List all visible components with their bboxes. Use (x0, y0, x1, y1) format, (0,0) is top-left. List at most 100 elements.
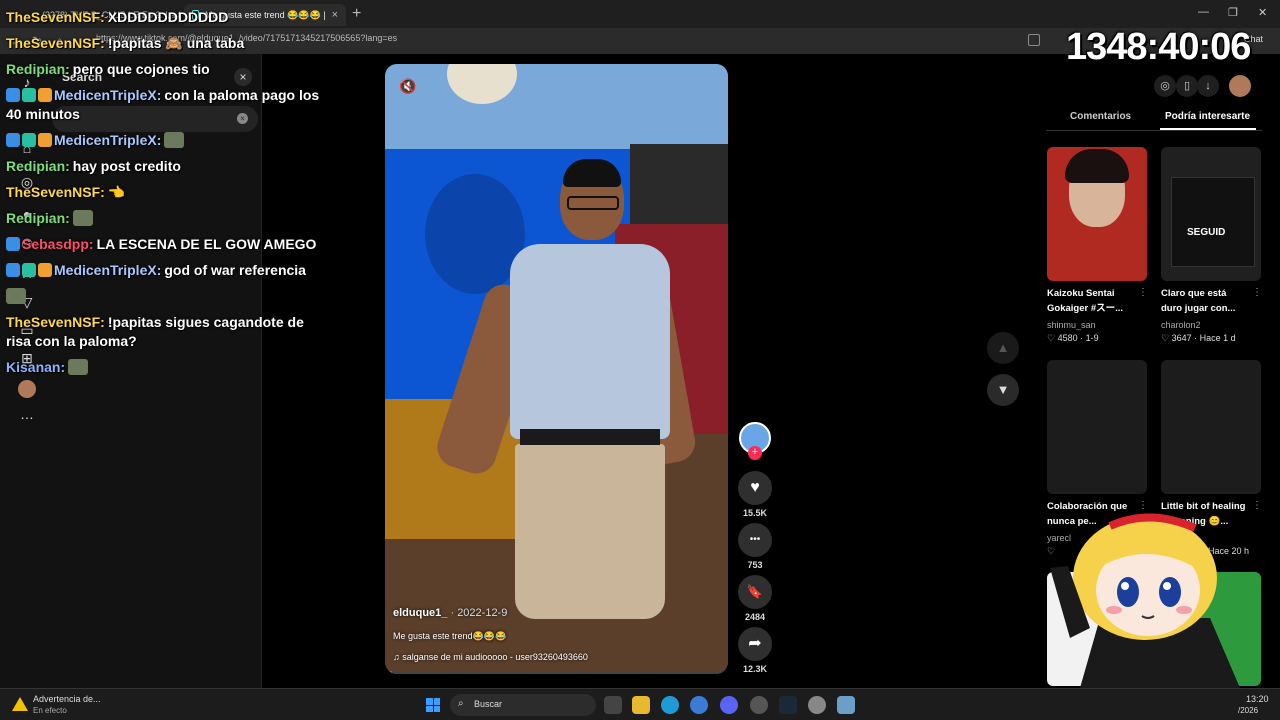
like-icon[interactable]: ♥ (738, 471, 772, 505)
app-icon[interactable] (837, 696, 855, 714)
video-progress-bar[interactable] (385, 671, 728, 674)
streamer-vtuber-avatar (1050, 513, 1240, 688)
chat-emote-icon (68, 359, 89, 375)
bookmark-count: 2484 (744, 612, 766, 622)
chat-username: Redipian: (6, 210, 70, 226)
thumbnail-text: SEGUID (1187, 227, 1226, 238)
mute-icon[interactable]: 🔇 (399, 78, 416, 95)
video-player[interactable]: 🔇 elduque1_ · 2022-12-9 Me gusta este tr… (385, 64, 728, 674)
chat-text: god of war referencia (164, 262, 306, 278)
chat-message: TheSevenNSF: !papitas sigues cagandote de… (6, 313, 326, 351)
chat-text: !papitas 🙈 una taba (107, 35, 245, 51)
chat-message: MedicenTripleX: con la paloma pago los 40… (6, 86, 326, 124)
taskbar: Advertencia de... En efecto ⌕ Buscar 13:… (0, 688, 1280, 720)
file-explorer-icon[interactable] (632, 696, 650, 714)
chat-message: Redipian: pero que cojones tio (6, 60, 326, 79)
card-more-icon[interactable]: ⋮ (1138, 287, 1148, 298)
tab-podria-interesarte[interactable]: Podría interesarte (1165, 111, 1250, 122)
close-window-button[interactable]: ✕ (1258, 6, 1267, 19)
windows-start-icon[interactable] (426, 698, 440, 712)
card-author[interactable]: charolon2 (1161, 320, 1201, 330)
chat-message: TheSevenNSF: XDDDDDDDDDDD (6, 8, 326, 27)
warning-icon (12, 697, 28, 711)
chat-badge-icon (6, 88, 20, 102)
chat-message: Redipian: (6, 209, 326, 228)
compass-icon[interactable]: ◎ (1154, 75, 1176, 97)
chat-badge-icon (6, 133, 20, 147)
like-count: 15.5K (742, 508, 768, 518)
minimize-button[interactable]: — (1198, 6, 1209, 18)
chat-username: Redipian: (6, 61, 70, 77)
chat-emote-icon (72, 210, 93, 226)
recommended-thumbnail[interactable]: SEGUID (1161, 147, 1261, 281)
chat-message: MedicenTripleX: (6, 131, 326, 150)
chat-username: TheSevenNSF: (6, 35, 105, 51)
card-more-icon[interactable]: ⋮ (1252, 287, 1262, 298)
recommended-thumbnail[interactable] (1161, 360, 1261, 494)
notification-title[interactable]: Advertencia de... (33, 694, 101, 704)
chat-message: TheSevenNSF: !papitas 🙈 una taba (6, 34, 326, 53)
share-icon[interactable]: ➦ (738, 627, 772, 661)
chat-username: Sebasdpp: (22, 236, 94, 252)
card-meta: ♡ 4580 · 1-9 (1047, 333, 1099, 343)
previous-video-button[interactable]: ▲ (987, 332, 1019, 364)
video-author[interactable]: elduque1_ · 2022-12-9 (393, 607, 507, 619)
chat-badge-icon (22, 263, 36, 277)
search-icon: ⌕ (458, 698, 464, 709)
chat-badge-icon (22, 88, 36, 102)
chat-username: MedicenTripleX: (54, 132, 162, 148)
chat-text: LA ESCENA DE EL GOW AMEGO (96, 236, 317, 252)
recommended-thumbnail[interactable] (1047, 147, 1147, 281)
search-placeholder: Buscar (474, 699, 503, 709)
chat-text: hay post credito (72, 158, 181, 174)
reader-icon[interactable] (1028, 34, 1040, 46)
phone-icon[interactable]: ▯ (1176, 75, 1198, 97)
new-tab-button[interactable]: + (352, 5, 361, 23)
download-icon[interactable]: ↓ (1197, 75, 1219, 97)
card-title[interactable]: Claro que está duro jugar con... (1161, 286, 1259, 316)
discord-icon[interactable] (720, 696, 738, 714)
comment-icon[interactable]: ••• (738, 523, 772, 557)
chat-username: TheSevenNSF: (6, 9, 105, 25)
chat-badge-icon (38, 88, 52, 102)
taskbar-search-input[interactable]: ⌕ Buscar (450, 694, 596, 716)
card-title[interactable]: Kaizoku Sentai Gokaiger #スー... (1047, 286, 1145, 316)
user-avatar[interactable] (1229, 75, 1251, 97)
app-icon[interactable] (690, 696, 708, 714)
chat-badge-icon (22, 133, 36, 147)
steam-icon[interactable] (779, 696, 797, 714)
next-video-button[interactable]: ▼ (987, 374, 1019, 406)
settings-icon[interactable] (808, 696, 826, 714)
chat-message: Redipian: hay post credito (6, 157, 326, 176)
recommended-thumbnail[interactable] (1047, 360, 1147, 494)
chat-badge-icon (6, 237, 20, 251)
chat-username: MedicenTripleX: (54, 87, 162, 103)
tab-close-button[interactable]: × (332, 9, 338, 21)
share-count: 12.3K (742, 664, 768, 674)
clock-time[interactable]: 13:20 (1246, 694, 1269, 704)
comment-count: 753 (747, 560, 763, 570)
chat-username: TheSevenNSF: (6, 184, 105, 200)
app-icon[interactable] (750, 696, 768, 714)
task-view-icon[interactable] (604, 696, 622, 714)
card-author[interactable]: shinmu_san (1047, 320, 1096, 330)
chat-text: 👈 (107, 184, 126, 200)
tab-comentarios[interactable]: Comentarios (1070, 111, 1131, 122)
chat-message: Kisanan: (6, 358, 326, 377)
follow-button[interactable]: + (748, 446, 762, 460)
edge-icon[interactable] (661, 696, 679, 714)
clock-date[interactable]: /2026 (1238, 706, 1258, 715)
video-music[interactable]: ♫ salganse de mi audiooooo - user9326049… (393, 652, 588, 662)
author-name[interactable]: elduque1_ (393, 607, 447, 619)
chat-message: MedicenTripleX: god of war referencia (6, 261, 326, 280)
more-icon[interactable]: … (18, 406, 36, 424)
stream-timer: 1348:40:06 (1066, 26, 1251, 68)
chat-username: Kisanan: (6, 359, 66, 375)
card-meta: ♡ 3647 · Hace 1 d (1161, 333, 1236, 343)
maximize-button[interactable]: ❐ (1228, 6, 1238, 19)
chat-badge-icon (38, 263, 52, 277)
chat-message: Sebasdpp: LA ESCENA DE EL GOW AMEGO (6, 235, 326, 254)
chat-message: TheSevenNSF: 👈 (6, 183, 326, 202)
chat-badge-icon (38, 133, 52, 147)
bookmark-icon[interactable]: 🔖 (738, 575, 772, 609)
